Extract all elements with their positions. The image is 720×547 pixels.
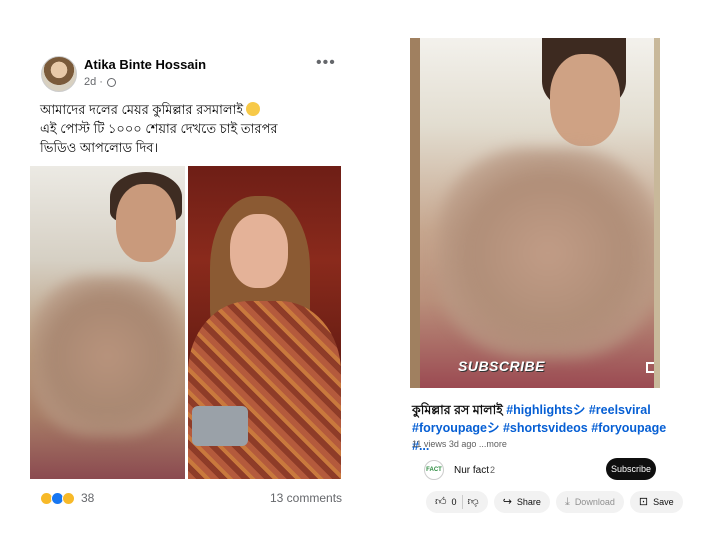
like-count: 0 xyxy=(451,497,457,507)
more-options-icon[interactable]: ••• xyxy=(316,54,336,72)
post-text-line-2: এই পোস্ট টি ১০০০ শেয়ার দেখতে চাই তারপর xyxy=(40,121,278,136)
action-bar: 👍︎ 0 👎︎ ↪ Share ⤓ Download ⊡ Save xyxy=(426,491,683,513)
handbag xyxy=(192,406,248,446)
channel-avatar[interactable]: FACT xyxy=(424,460,444,480)
post-photo-right[interactable] xyxy=(188,166,341,479)
video-title-tags-1[interactable]: #highlightsシ #reelsviral xyxy=(503,403,651,417)
post-text: আমাদের দলের মেয়র কুমিল্লার রসমালাই এই প… xyxy=(40,100,340,157)
channel-subscriber-count: 2 xyxy=(490,465,496,475)
share-button[interactable]: ↪ Share xyxy=(493,491,550,513)
thumbs-down-icon[interactable]: 👎︎ xyxy=(468,496,479,508)
video-title-bengali: কুমিল্লার রস মালাই xyxy=(412,403,503,417)
thumbs-up-icon[interactable]: 👍︎ xyxy=(435,496,447,508)
globe-icon xyxy=(106,77,116,87)
save-button[interactable]: ⊡ Save xyxy=(629,491,683,513)
blurred-region xyxy=(438,148,654,358)
video-player[interactable]: SUBSCRIBE xyxy=(410,38,660,388)
like-dislike-group: 👍︎ 0 👎︎ xyxy=(426,491,488,513)
post-author[interactable]: Atika Binte Hossain xyxy=(84,57,206,72)
wow-reaction-icon xyxy=(62,491,75,505)
subscribe-overlay-label: SUBSCRIBE xyxy=(458,358,545,374)
video-stats[interactable]: 11 views 3d ago ...more xyxy=(412,439,507,449)
download-icon: ⤓ xyxy=(564,495,570,508)
post-time[interactable]: 2d · xyxy=(84,76,103,88)
post-text-line-1: আমাদের দলের মেয়র কুমিল্লার রসমালাই xyxy=(40,100,340,119)
reactions-summary[interactable]: 38 xyxy=(40,491,94,505)
reaction-count: 38 xyxy=(81,491,95,505)
facebook-post: Atika Binte Hossain 2d · ••• আমাদের দলের… xyxy=(28,40,348,520)
post-text-line-3: ভিডিও আপলোড দিব। xyxy=(40,140,159,155)
share-icon: ↪ xyxy=(502,495,512,508)
avatar[interactable] xyxy=(41,56,77,92)
fullscreen-icon[interactable] xyxy=(646,362,654,373)
subscribe-button[interactable]: Subscribe xyxy=(606,458,656,480)
post-photo-left[interactable] xyxy=(30,166,185,479)
download-button[interactable]: ⤓ Download xyxy=(555,491,624,513)
comments-count[interactable]: 13 comments xyxy=(270,491,342,505)
channel-name[interactable]: Nur fact xyxy=(454,465,489,476)
smile-emoji-icon xyxy=(246,102,261,116)
bookmark-icon: ⊡ xyxy=(638,495,649,508)
post-meta: 2d · xyxy=(84,76,116,88)
youtube-short: SUBSCRIBE কুমিল্লার রস মালাই #highlights… xyxy=(410,38,683,518)
blurred-region xyxy=(30,276,185,436)
